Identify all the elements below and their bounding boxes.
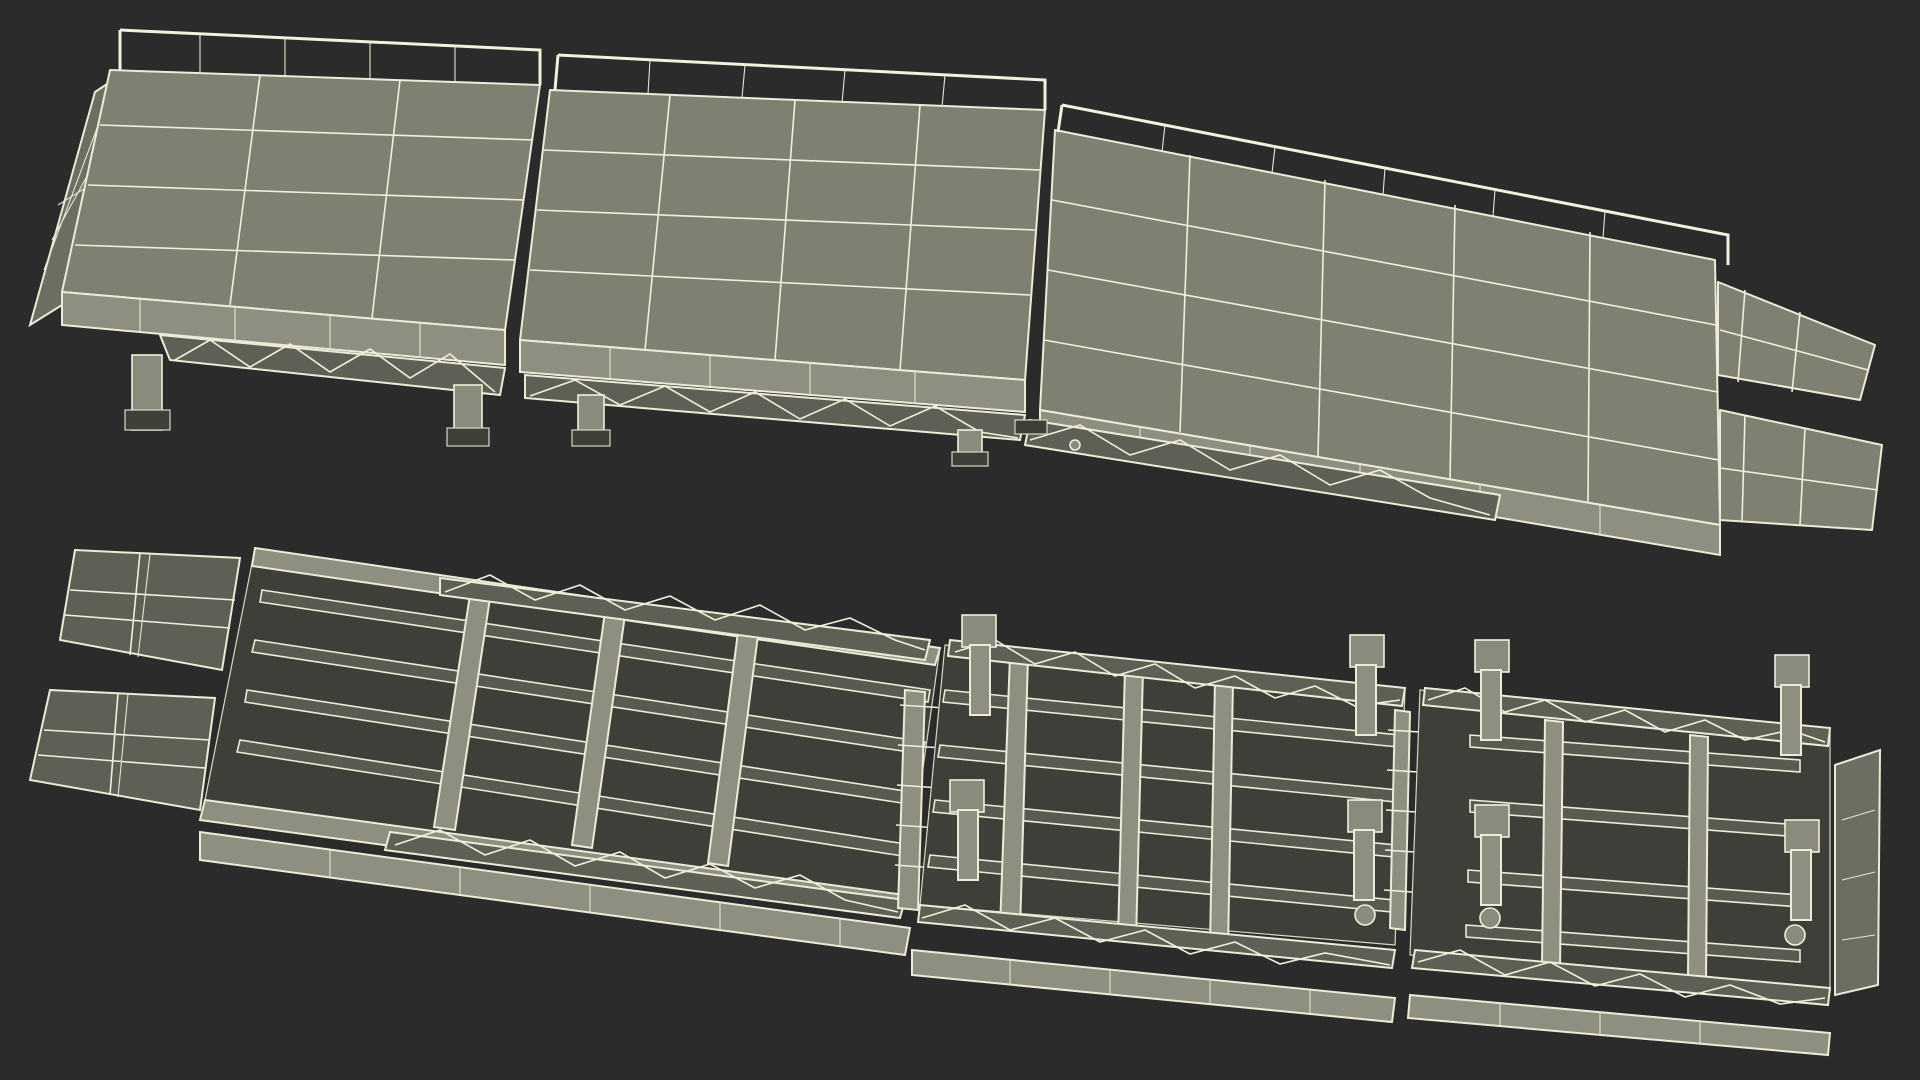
render-viewport [0, 0, 1920, 1080]
underside-ramps [28, 548, 242, 812]
top-view-trailer [28, 28, 1883, 557]
underside-section-b [911, 614, 1407, 1024]
rear-ramps [1717, 281, 1883, 531]
underside-section-c [1406, 639, 1882, 1057]
top-section-1 [61, 28, 542, 447]
top-section-3 [1014, 103, 1730, 557]
underside-section-a [198, 546, 942, 957]
wireframe-render [28, 28, 1883, 1057]
bottom-view-trailer [28, 546, 1882, 1057]
top-section-2 [519, 53, 1047, 467]
